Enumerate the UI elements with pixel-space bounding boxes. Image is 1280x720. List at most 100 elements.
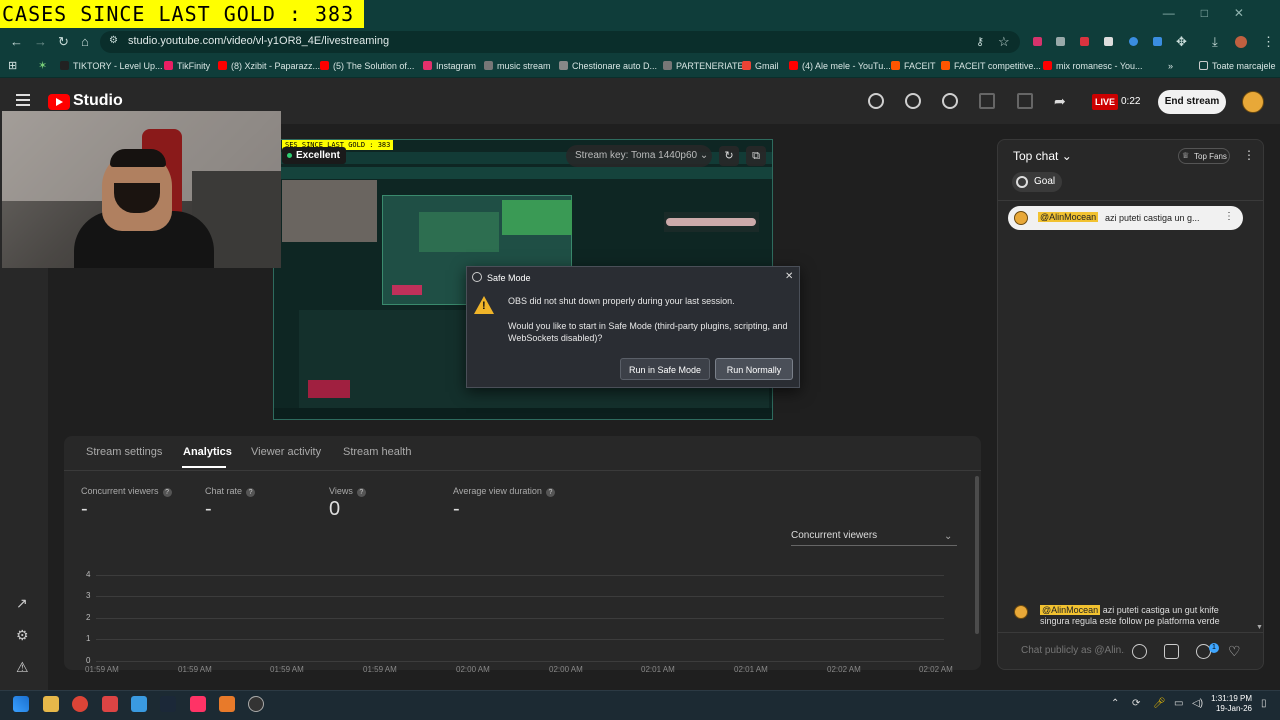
bookmark-item[interactable]: mix romanesc - You... [1043, 61, 1143, 71]
chart-gridline [96, 661, 944, 662]
help-icon[interactable]: ? [162, 488, 172, 497]
help-icon[interactable]: ? [545, 488, 555, 497]
end-stream-button[interactable]: End stream [1158, 90, 1226, 114]
chart-gridline [96, 575, 944, 576]
app-icon[interactable] [131, 696, 147, 712]
bookmark-favicon-icon [559, 61, 568, 70]
file-explorer-icon[interactable] [43, 696, 59, 712]
bookmark-item[interactable]: PARTENERIATE [663, 61, 744, 71]
bookmark-item[interactable]: FACEIT competitive... [941, 61, 1041, 71]
extension-icon[interactable] [1056, 37, 1065, 46]
super-chat-icon[interactable] [1164, 644, 1179, 659]
heart-icon[interactable]: ♡ [1228, 643, 1241, 660]
close-icon[interactable]: ✕ [785, 271, 793, 282]
stream-key-select[interactable]: Stream key: Toma 1440p60 ⌄ [566, 145, 712, 167]
chat-input[interactable] [1013, 640, 1125, 662]
obs-icon [472, 272, 482, 282]
extension-icon[interactable] [1080, 37, 1089, 46]
volume-icon[interactable]: ◁) [1192, 698, 1203, 709]
bookmark-star-icon[interactable]: ✶ [38, 59, 47, 72]
extension-icon[interactable] [1129, 37, 1138, 46]
forward-icon[interactable]: → [34, 34, 47, 49]
extension-icon[interactable] [1153, 37, 1162, 46]
settings-gear-icon[interactable]: ⚙ [16, 627, 29, 644]
bookmark-favicon-icon [891, 61, 900, 70]
back-icon[interactable]: ← [10, 34, 23, 49]
windows-start-icon[interactable] [13, 696, 29, 712]
monetization-icon[interactable] [868, 93, 884, 109]
network-icon[interactable]: ▭ [1174, 698, 1183, 709]
steam-icon[interactable] [160, 696, 176, 712]
bookmark-item[interactable]: Instagram [423, 61, 476, 71]
extension-icon[interactable] [1104, 37, 1113, 46]
bookmark-item[interactable]: Chestionare auto D... [559, 61, 657, 71]
scroll-down-icon[interactable]: ▼ [1256, 624, 1263, 631]
tiktok-icon[interactable] [190, 696, 206, 712]
obs-icon[interactable] [248, 696, 264, 712]
bookmark-item[interactable]: (8) Xzibit - Paparazz... [218, 61, 320, 71]
bookmark-item[interactable]: FACEIT [891, 61, 936, 71]
chat-author[interactable]: @AlinMocean [1038, 212, 1099, 222]
share-icon[interactable]: ➦ [1054, 93, 1066, 110]
tab-analytics[interactable]: Analytics [183, 446, 232, 458]
clock[interactable]: 1:31:19 PM 19-Jan-26 [1210, 694, 1252, 714]
home-icon[interactable]: ⌂ [81, 34, 89, 49]
poll-icon[interactable] [979, 93, 995, 109]
extension-icon[interactable] [1033, 37, 1042, 46]
bookmark-item[interactable]: Gmail [742, 61, 779, 71]
password-key-icon[interactable]: ⚷ [976, 35, 984, 48]
run-safe-mode-button[interactable]: Run in Safe Mode [620, 358, 710, 380]
apps-icon[interactable]: ⊞ [8, 59, 17, 72]
app-icon[interactable] [102, 696, 118, 712]
bookmark-item[interactable]: TikFinity [164, 61, 210, 71]
tray-app-icon[interactable]: ⟳ [1132, 698, 1140, 709]
chat-mode-select[interactable]: Top chat ⌄ [1013, 149, 1072, 163]
help-icon[interactable]: ? [356, 488, 366, 497]
more-options-icon[interactable]: ⋮ [1224, 211, 1234, 222]
profile-icon[interactable] [1235, 36, 1247, 48]
bookmark-item[interactable]: (4) Ale mele - YouTu... [789, 61, 891, 71]
extensions-puzzle-icon[interactable]: ✥ [1176, 34, 1187, 50]
refresh-icon[interactable]: ↻ [719, 146, 739, 166]
bookmark-star-icon[interactable]: ☆ [998, 34, 1010, 50]
bookmark-item[interactable]: music stream [484, 61, 551, 71]
bookmarks-overflow-icon[interactable]: » [1168, 61, 1173, 71]
studio-logo-text: Studio [73, 92, 123, 109]
metric-dropdown[interactable]: Concurrent viewers [791, 530, 957, 546]
site-info-icon[interactable]: ⚙ [109, 35, 118, 46]
avatar [1014, 605, 1028, 619]
bookmark-icon[interactable] [1017, 93, 1033, 109]
download-icon[interactable]: ⤓ [1212, 34, 1218, 50]
timer-icon[interactable] [942, 93, 958, 109]
top-fans-button[interactable]: Top Fans [1178, 148, 1230, 164]
chrome-icon[interactable] [72, 696, 88, 712]
window-controls[interactable]: —□✕ [1163, 6, 1270, 20]
reload-icon[interactable]: ↻ [58, 34, 69, 50]
notification-bell-icon[interactable]: ▯ [1261, 698, 1267, 709]
card-scrollbar[interactable] [975, 476, 979, 634]
open-external-icon[interactable]: ↗ [16, 595, 28, 612]
browser-menu-icon[interactable]: ⋮ [1262, 34, 1275, 50]
url-text[interactable]: studio.youtube.com/video/vl-y1OR8_4E/liv… [128, 35, 389, 47]
run-normally-button[interactable]: Run Normally [715, 358, 793, 380]
avatar[interactable] [1242, 91, 1264, 113]
tab-stream-health[interactable]: Stream health [343, 446, 411, 458]
all-bookmarks[interactable]: Toate marcajele [1199, 61, 1276, 71]
chat-author[interactable]: @AlinMocean [1040, 605, 1101, 615]
y-tick-label: 1 [86, 634, 91, 643]
feedback-icon[interactable]: ⚠ [16, 659, 29, 676]
tab-viewer-activity[interactable]: Viewer activity [251, 446, 321, 458]
menu-icon[interactable] [16, 94, 30, 106]
help-icon[interactable]: ? [246, 488, 256, 497]
app-icon[interactable] [219, 696, 235, 712]
tray-overflow-icon[interactable]: ⌃ [1111, 698, 1119, 709]
copy-icon[interactable]: ⧉ [746, 146, 766, 166]
youtube-logo[interactable] [48, 94, 70, 110]
microphone-icon[interactable]: 🎤︎ [1153, 698, 1166, 709]
tab-stream-settings[interactable]: Stream settings [86, 446, 162, 458]
bookmark-item[interactable]: TIKTORY - Level Up... [60, 61, 163, 71]
super-chat-icon[interactable] [905, 93, 921, 109]
bookmark-item[interactable]: (5) The Solution of... [320, 61, 414, 71]
emoji-icon[interactable] [1132, 644, 1147, 659]
more-options-icon[interactable]: ⋮ [1243, 148, 1255, 162]
